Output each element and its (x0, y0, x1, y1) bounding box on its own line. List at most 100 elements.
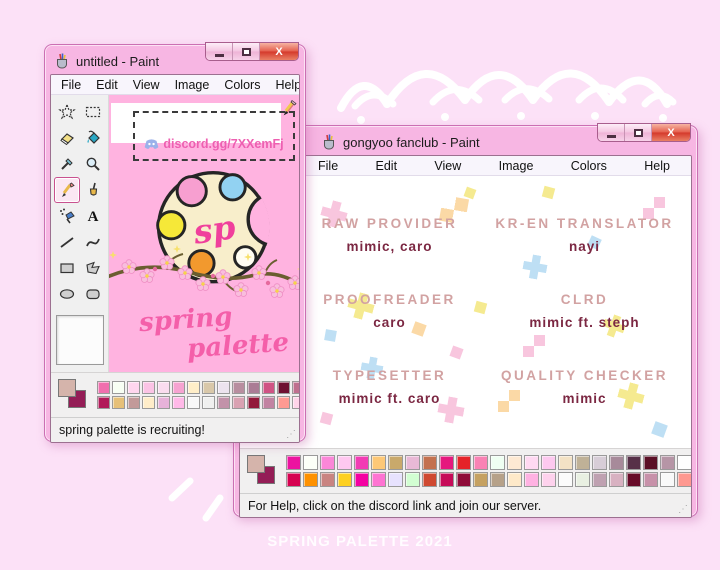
color-swatch[interactable] (473, 455, 488, 470)
color-swatch[interactable] (232, 396, 245, 409)
color-swatch[interactable] (187, 396, 200, 409)
color-swatch[interactable] (405, 472, 420, 487)
color-swatch[interactable] (320, 472, 335, 487)
resize-grip[interactable]: ⋰ (286, 429, 296, 440)
color-swatch[interactable] (575, 472, 590, 487)
tool-options-box[interactable] (55, 315, 104, 365)
color-swatch[interactable] (422, 472, 437, 487)
color-swatch[interactable] (292, 381, 299, 394)
foreground-color-swatch[interactable] (247, 455, 265, 473)
color-swatch[interactable] (507, 455, 522, 470)
color-swatch[interactable] (292, 396, 299, 409)
color-swatch[interactable] (157, 396, 170, 409)
menu-item-view[interactable]: View (133, 78, 160, 92)
fill-with-color-tool[interactable] (80, 125, 106, 151)
menu-item-image[interactable]: Image (175, 78, 210, 92)
brush-tool[interactable] (80, 177, 106, 203)
polygon-tool[interactable] (80, 255, 106, 281)
pencil-tool[interactable] (53, 177, 80, 203)
color-swatch[interactable] (371, 472, 386, 487)
select-tool[interactable] (80, 99, 106, 125)
color-swatch[interactable] (660, 472, 675, 487)
minimize-button[interactable] (206, 43, 233, 60)
menu-item-edit[interactable]: Edit (376, 159, 398, 173)
color-swatch[interactable] (112, 396, 125, 409)
color-swatch[interactable] (558, 472, 573, 487)
color-swatch[interactable] (609, 472, 624, 487)
color-swatch[interactable] (524, 455, 539, 470)
foreground-color-swatch[interactable] (58, 379, 76, 397)
menu-item-colors[interactable]: Colors (224, 78, 260, 92)
color-swatch[interactable] (677, 472, 691, 487)
color-swatch[interactable] (371, 455, 386, 470)
airbrush-tool[interactable] (54, 203, 80, 229)
color-swatch[interactable] (320, 455, 335, 470)
color-swatch[interactable] (541, 472, 556, 487)
color-swatch[interactable] (490, 455, 505, 470)
color-swatch[interactable] (127, 381, 140, 394)
color-swatch[interactable] (172, 396, 185, 409)
color-swatch[interactable] (286, 455, 301, 470)
color-swatch[interactable] (592, 455, 607, 470)
minimize-button[interactable] (598, 124, 625, 141)
color-swatch[interactable] (202, 381, 215, 394)
discord-link-text[interactable]: discord.gg/7XXemFj (163, 137, 283, 151)
color-swatch[interactable] (247, 396, 260, 409)
color-swatch[interactable] (575, 455, 590, 470)
color-swatch[interactable] (388, 455, 403, 470)
color-swatch[interactable] (217, 381, 230, 394)
color-swatch[interactable] (473, 472, 488, 487)
color-swatch[interactable] (592, 472, 607, 487)
rounded-rectangle-tool[interactable] (80, 281, 106, 307)
resize-grip[interactable]: ⋰ (678, 504, 688, 515)
color-swatch[interactable] (277, 396, 290, 409)
color-swatch[interactable] (507, 472, 522, 487)
color-swatch[interactable] (660, 455, 675, 470)
pick-color-tool[interactable] (54, 151, 80, 177)
magnifier-tool[interactable] (80, 151, 106, 177)
color-swatch[interactable] (337, 455, 352, 470)
menu-item-help[interactable]: Help (275, 78, 299, 92)
color-swatch[interactable] (142, 381, 155, 394)
text-tool[interactable]: A (80, 203, 106, 229)
color-swatch[interactable] (626, 455, 641, 470)
curve-tool[interactable] (80, 229, 106, 255)
color-swatch[interactable] (172, 381, 185, 394)
color-swatch[interactable] (187, 381, 200, 394)
color-swatch[interactable] (677, 455, 691, 470)
color-swatch[interactable] (262, 381, 275, 394)
color-swatch[interactable] (626, 472, 641, 487)
color-swatch[interactable] (456, 455, 471, 470)
color-swatch[interactable] (97, 396, 110, 409)
color-swatch[interactable] (388, 472, 403, 487)
color-swatch[interactable] (490, 472, 505, 487)
color-swatch[interactable] (337, 472, 352, 487)
menu-item-file[interactable]: File (61, 78, 81, 92)
paint-canvas[interactable]: discord.gg/7XXemFj sp spring palette (109, 95, 299, 372)
color-swatch[interactable] (232, 381, 245, 394)
line-tool[interactable] (54, 229, 80, 255)
paint-canvas[interactable]: RAW PROVIDER mimic, caro KR-EN TRANSLATOR n… (240, 176, 691, 448)
color-swatch[interactable] (439, 472, 454, 487)
color-swatch[interactable] (303, 455, 318, 470)
color-swatch[interactable] (97, 381, 110, 394)
color-swatch[interactable] (217, 396, 230, 409)
color-swatch[interactable] (558, 455, 573, 470)
rectangle-tool[interactable] (54, 255, 80, 281)
menu-item-colors[interactable]: Colors (571, 159, 607, 173)
color-swatch[interactable] (643, 472, 658, 487)
maximize-button[interactable] (233, 43, 260, 60)
close-button[interactable]: X (652, 124, 690, 141)
menu-item-view[interactable]: View (434, 159, 461, 173)
ellipse-tool[interactable] (54, 281, 80, 307)
color-swatch[interactable] (439, 455, 454, 470)
close-button[interactable]: X (260, 43, 298, 60)
menu-item-image[interactable]: Image (499, 159, 534, 173)
color-swatch[interactable] (157, 381, 170, 394)
color-swatch[interactable] (609, 455, 624, 470)
free-form-select-tool[interactable] (54, 99, 80, 125)
color-swatch[interactable] (456, 472, 471, 487)
color-swatch[interactable] (142, 396, 155, 409)
color-swatch[interactable] (112, 381, 125, 394)
discord-link-row[interactable]: discord.gg/7XXemFj (144, 137, 284, 151)
